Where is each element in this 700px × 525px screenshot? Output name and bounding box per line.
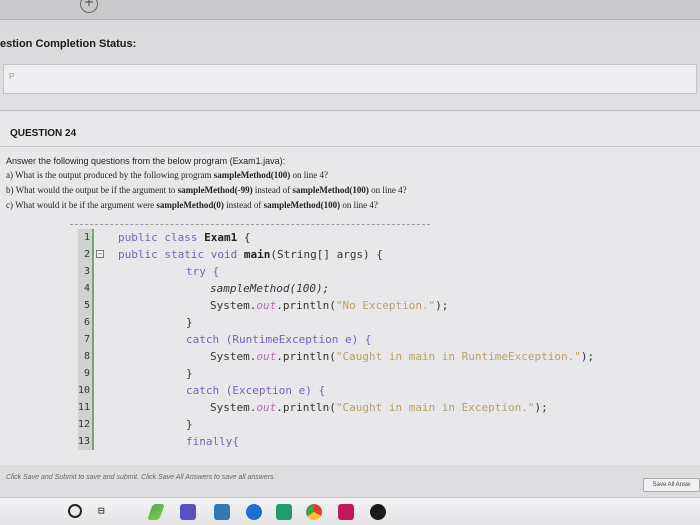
method-name: main bbox=[243, 248, 271, 261]
completion-status-box: P bbox=[3, 64, 697, 94]
line-number: 12 bbox=[78, 416, 94, 433]
question-completion-status-label: estion Completion Status: bbox=[0, 38, 137, 50]
code-text: ); bbox=[534, 401, 548, 414]
search-circle-icon[interactable] bbox=[68, 504, 82, 518]
question-part-b: b) What would the output be if the argum… bbox=[6, 185, 407, 195]
question-part-c: c) What would it be if the argument were… bbox=[6, 200, 378, 210]
line-number: 5 bbox=[78, 297, 94, 314]
code-line-7: catch (RuntimeException e) { bbox=[186, 333, 372, 346]
code-top-rule bbox=[70, 224, 430, 225]
chat-icon[interactable] bbox=[276, 504, 292, 520]
question-title: QUESTION 24 bbox=[10, 128, 77, 139]
line-number: 3 bbox=[78, 263, 94, 280]
part-c-method2: sampleMethod(100) bbox=[263, 200, 341, 210]
status-placeholder: P bbox=[9, 72, 15, 81]
keyword: public class bbox=[118, 231, 205, 244]
class-name: Exam1 bbox=[204, 231, 238, 244]
code-punct: (String[] args) { bbox=[270, 248, 383, 261]
question-panel: QUESTION 24 Answer the following questio… bbox=[0, 110, 700, 465]
keyword: public static void bbox=[118, 248, 244, 261]
part-b-method: sampleMethod(-99) bbox=[177, 185, 253, 195]
taskbar: ⊟ bbox=[0, 497, 700, 525]
code-line-13: finally{ bbox=[186, 435, 239, 448]
part-c-method: sampleMethod(0) bbox=[156, 200, 224, 210]
field-out: out bbox=[256, 299, 277, 312]
code-text: System. bbox=[210, 299, 257, 312]
code-text: .println( bbox=[276, 401, 336, 414]
code-line-8: System.out.println("Caught in main in Ru… bbox=[210, 348, 594, 365]
code-line-12: } bbox=[186, 418, 193, 431]
line-number: 2 bbox=[78, 246, 94, 263]
part-b-mid: instead of bbox=[252, 185, 293, 195]
code-line-3: try { bbox=[186, 265, 220, 278]
field-out: out bbox=[256, 350, 277, 363]
code-line-6: } bbox=[186, 316, 193, 329]
app-icon[interactable] bbox=[214, 504, 230, 520]
part-c-text: c) What would it be if the argument were bbox=[6, 200, 157, 210]
code-punct: { bbox=[237, 231, 251, 244]
code-line-9: } bbox=[186, 367, 193, 380]
line-number: 1 bbox=[78, 229, 94, 246]
line-number: 13 bbox=[78, 433, 94, 450]
line-number: 9 bbox=[78, 365, 94, 382]
plus-icon[interactable]: + bbox=[80, 0, 98, 13]
field-out: out bbox=[256, 401, 277, 414]
chrome-icon[interactable] bbox=[306, 504, 322, 520]
visual-studio-icon[interactable] bbox=[180, 504, 196, 520]
save-all-answers-button[interactable]: Save All Answ bbox=[643, 478, 700, 492]
string-literal: "Caught in main in RuntimeException." bbox=[335, 350, 581, 363]
fold-toggle-icon[interactable]: − bbox=[96, 250, 104, 258]
question-part-a: a) What is the output produced by the fo… bbox=[6, 170, 328, 180]
code-text: System. bbox=[210, 401, 257, 414]
code-line-2: public static void main(String[] args) { bbox=[118, 246, 383, 263]
part-b-end: on line 4? bbox=[368, 185, 407, 195]
browser-top-strip: + bbox=[0, 0, 700, 20]
part-b-method2: sampleMethod(100) bbox=[292, 185, 369, 195]
code-line-1: public class Exam1 { bbox=[118, 229, 250, 246]
code-text: .println( bbox=[276, 299, 336, 312]
part-c-end: on line 4? bbox=[340, 200, 378, 210]
line-number: 6 bbox=[78, 314, 94, 331]
edge-icon[interactable] bbox=[246, 504, 262, 520]
code-text: System. bbox=[210, 350, 257, 363]
line-number: 7 bbox=[78, 331, 94, 348]
part-b-text: b) What would the output be if the argum… bbox=[6, 185, 178, 195]
question-intro: Answer the following questions from the … bbox=[6, 156, 286, 166]
code-line-5: System.out.println("No Exception."); bbox=[210, 297, 448, 314]
app-icon[interactable] bbox=[338, 504, 354, 520]
line-number: 8 bbox=[78, 348, 94, 365]
code-line-11: System.out.println("Caught in main in Ex… bbox=[210, 399, 548, 416]
sway-icon[interactable] bbox=[147, 504, 165, 520]
part-a-end: on line 4? bbox=[290, 170, 329, 180]
save-instructions: Click Save and Submit to save and submit… bbox=[6, 474, 276, 481]
line-number: 4 bbox=[78, 280, 94, 297]
part-a-method: sampleMethod(100) bbox=[213, 170, 291, 180]
divider bbox=[0, 146, 700, 147]
line-number: 11 bbox=[78, 399, 94, 416]
app-icon[interactable] bbox=[370, 504, 386, 520]
code-text: ); bbox=[580, 350, 595, 363]
code-line-4: sampleMethod(100); bbox=[210, 282, 330, 295]
part-a-text: a) What is the output produced by the fo… bbox=[6, 170, 214, 180]
line-number: 10 bbox=[78, 382, 94, 399]
task-view-icon[interactable]: ⊟ bbox=[98, 504, 114, 518]
part-c-mid: instead of bbox=[223, 200, 264, 210]
string-literal: "No Exception." bbox=[335, 299, 436, 312]
code-text: .println( bbox=[276, 350, 336, 363]
string-literal: "Caught in main in Exception." bbox=[335, 401, 535, 414]
code-line-10: catch (Exception e) { bbox=[186, 384, 326, 397]
code-text: ); bbox=[435, 299, 449, 312]
